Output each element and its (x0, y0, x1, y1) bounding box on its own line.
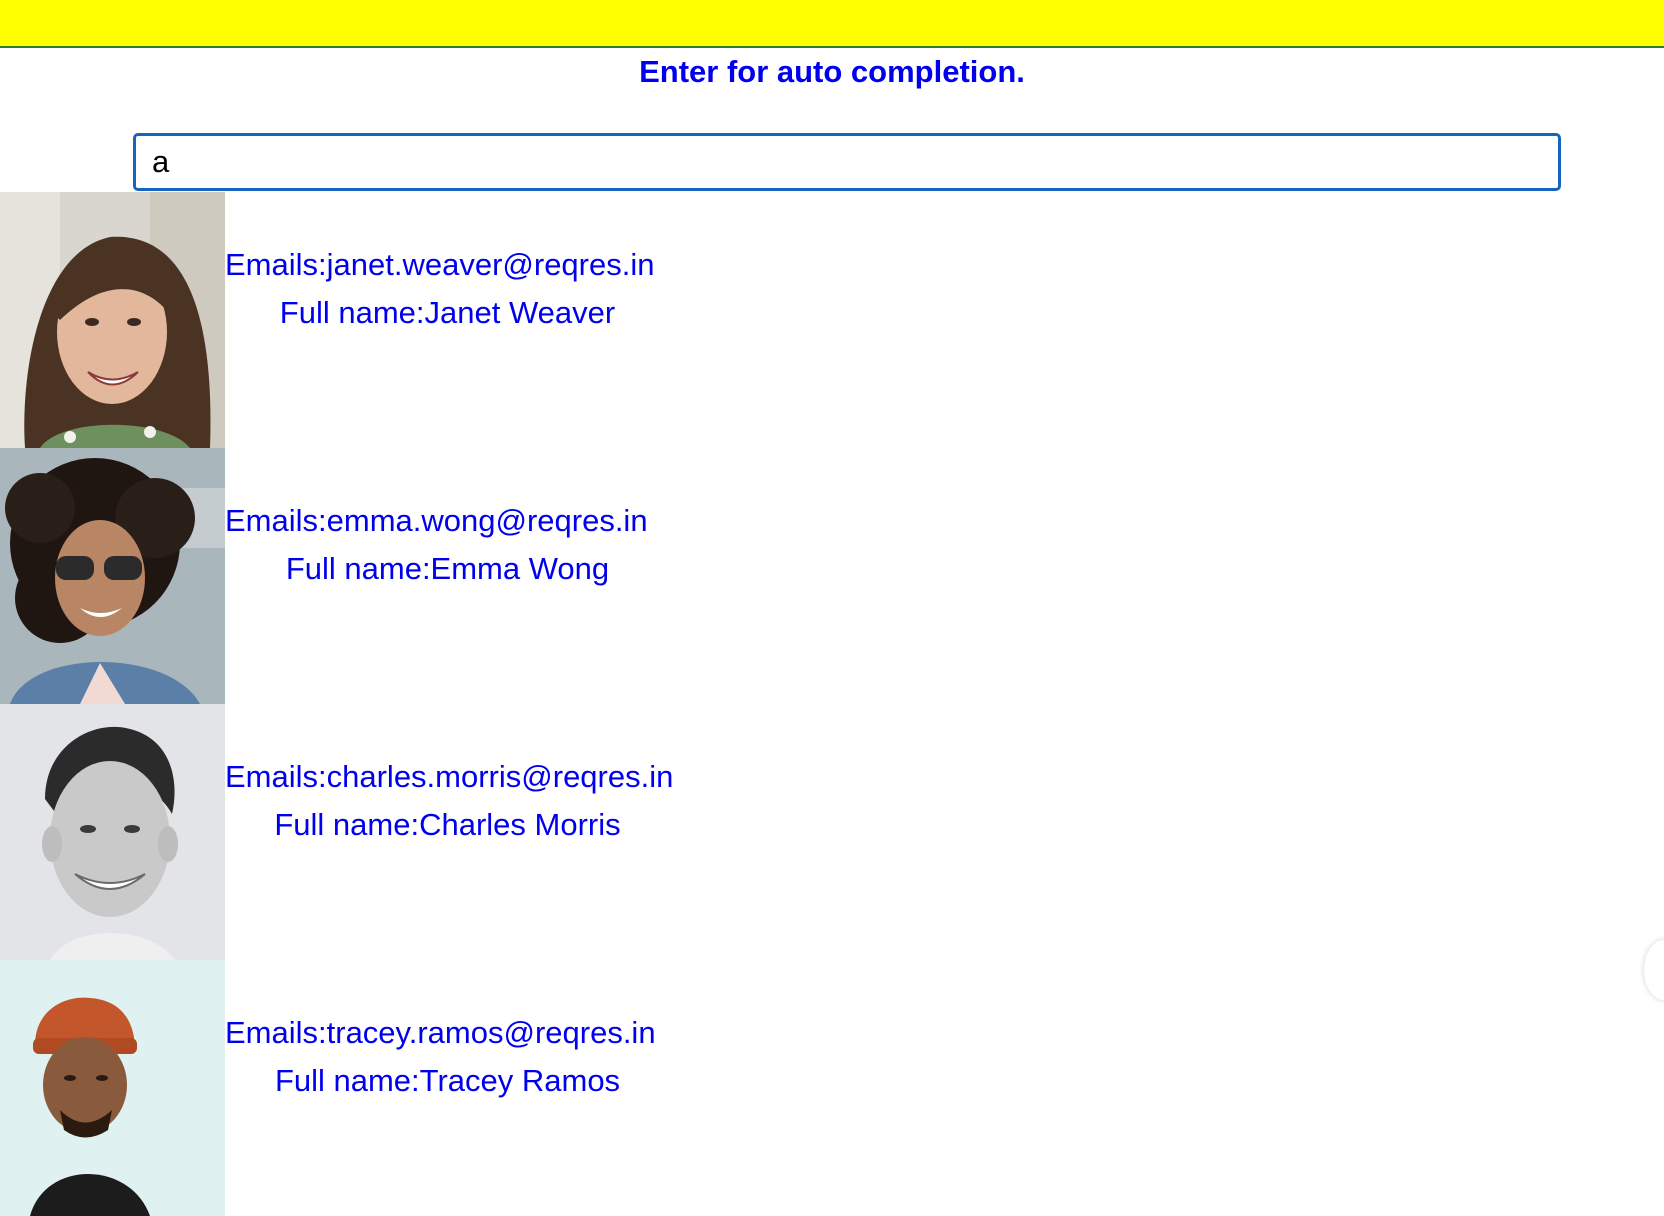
result-full-name: Full name:Tracey Ramos (274, 1063, 621, 1098)
result-full-name: Full name:Emma Wong (285, 551, 610, 586)
result-full-name: Full name:Charles Morris (274, 807, 621, 842)
result-email: Emails:charles.morris@reqres.in (225, 759, 674, 794)
result-email: Emails:janet.weaver@reqres.in (225, 247, 655, 282)
list-item[interactable]: Emails:charles.morris@reqres.in Full nam… (0, 704, 1664, 960)
result-email: Emails:emma.wong@reqres.in (225, 503, 648, 538)
result-full-name: Full name:Janet Weaver (279, 295, 616, 330)
list-item[interactable]: Emails:tracey.ramos@reqres.in Full name:… (0, 960, 1664, 1216)
list-item[interactable]: Emails:emma.wong@reqres.in Full name:Emm… (0, 448, 1664, 704)
avatar (0, 448, 225, 704)
search-input[interactable] (133, 133, 1561, 191)
list-item[interactable]: Emails:janet.weaver@reqres.in Full name:… (0, 192, 1664, 448)
avatar (0, 192, 225, 448)
results-list: Emails:janet.weaver@reqres.in Full name:… (0, 192, 1664, 1216)
avatar (0, 960, 225, 1216)
top-banner (0, 0, 1664, 48)
avatar (0, 704, 225, 960)
page-title: Enter for auto completion. (639, 54, 1025, 89)
result-email: Emails:tracey.ramos@reqres.in (225, 1015, 656, 1050)
